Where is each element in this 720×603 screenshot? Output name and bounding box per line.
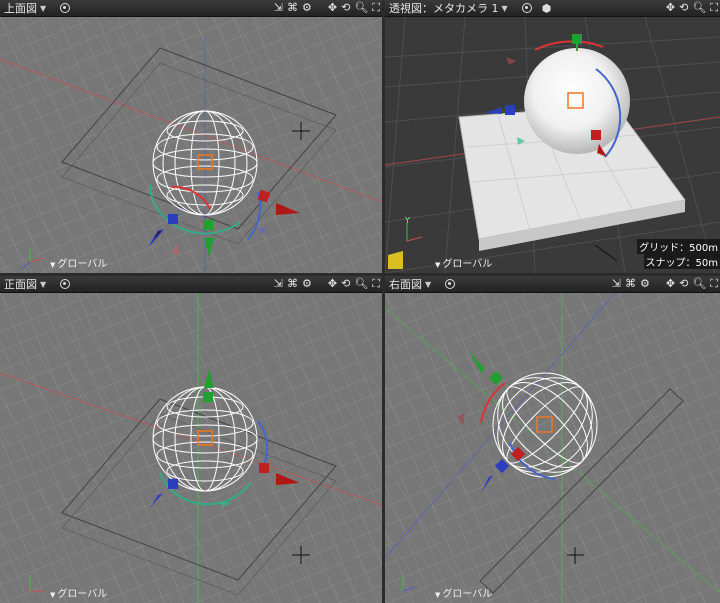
pan-icon[interactable]: ✥ (666, 1, 675, 15)
display-mode-icon[interactable] (445, 279, 456, 289)
svg-text:Y: Y (404, 216, 410, 225)
y-scale-handle[interactable] (203, 220, 213, 230)
right-scene (385, 293, 720, 603)
coordinate-mode-label: グローバル (442, 259, 493, 270)
rotate-icon[interactable]: ⟲ (341, 277, 350, 291)
viewport-title: 透視図：メタカメラ 1 (389, 2, 499, 15)
z-scale-handle[interactable] (168, 214, 178, 224)
front-scene (0, 293, 382, 603)
viewport-header: 透視図：メタカメラ 1 ▼ ⬢ ✥ ⟲ 🔍︎ ⛶ (385, 0, 720, 17)
rotate-icon[interactable]: ⟲ (679, 1, 688, 15)
expand-icon[interactable]: ⛶ (372, 1, 380, 15)
pan-icon[interactable]: ✥ (328, 277, 337, 291)
expand-icon[interactable]: ⛶ (710, 1, 718, 15)
viewport-canvas[interactable]: Y ▼ グローバル グリッド：500m スナップ：50m (385, 17, 720, 273)
coordinate-mode-label: グローバル (57, 259, 108, 270)
view-menu-icon[interactable]: ▼ (502, 4, 508, 13)
viewport-title: 上面図 (4, 2, 37, 15)
viewport-top[interactable]: 上面図 ▼ ⇲ ⌘ ⚙ ✥ ⟲ 🔍︎ ⛶ ▼ グローバル (0, 0, 382, 273)
y-scale-handle[interactable] (203, 392, 213, 402)
coordinate-mode-selector[interactable]: ▼ グローバル (435, 255, 492, 270)
display-mode-icon[interactable] (60, 3, 71, 13)
x-scale-handle[interactable] (259, 463, 269, 473)
viewport-canvas[interactable]: ▼ グローバル (385, 293, 720, 603)
viewport-title: 正面図 (4, 278, 37, 291)
settings-icon[interactable]: ⚙ (640, 277, 650, 291)
viewport-canvas[interactable]: ▼ グローバル (0, 293, 382, 603)
viewport-header: 正面図 ▼ ⇲ ⌘ ⚙ ✥ ⟲ 🔍︎ ⛶ (0, 276, 382, 293)
z-scale-handle[interactable] (505, 105, 515, 115)
rotate-icon[interactable]: ⟲ (341, 1, 350, 15)
coordinate-mode-selector[interactable]: ▼ グローバル (50, 585, 107, 600)
layout-icon[interactable]: ⌘ (287, 1, 298, 15)
zoom-icon[interactable]: 🔍︎ (692, 1, 706, 15)
grid-size-info: グリッド：500m (637, 239, 720, 254)
zoom-fit-icon[interactable]: ⇲ (274, 277, 283, 291)
viewport-perspective[interactable]: 透視図：メタカメラ 1 ▼ ⬢ ✥ ⟲ 🔍︎ ⛶ Y ▼ グローバル グリッド：… (385, 0, 720, 273)
pan-icon[interactable]: ✥ (666, 277, 675, 291)
layout-icon[interactable]: ⌘ (287, 277, 298, 291)
coordinate-mode-selector[interactable]: ▼ グローバル (435, 585, 492, 600)
perspective-scene: Y (385, 17, 720, 273)
render-mode-icon[interactable]: ⬢ (542, 2, 552, 15)
zoom-icon[interactable]: 🔍︎ (354, 277, 368, 291)
viewport-right[interactable]: 右面図 ▼ ⇲ ⌘ ⚙ ✥ ⟲ 🔍︎ ⛶ ▼ グローバル (385, 276, 720, 603)
expand-icon[interactable]: ⛶ (710, 277, 718, 291)
zoom-icon[interactable]: 🔍︎ (692, 277, 706, 291)
viewport-title: 右面図 (389, 278, 422, 291)
view-menu-icon[interactable]: ▼ (40, 280, 46, 289)
coordinate-mode-label: グローバル (442, 589, 493, 600)
pan-icon[interactable]: ✥ (328, 1, 337, 15)
x-scale-handle[interactable] (591, 130, 601, 140)
expand-icon[interactable]: ⛶ (372, 277, 380, 291)
viewport-canvas[interactable]: ▼ グローバル (0, 17, 382, 273)
viewport-front[interactable]: 正面図 ▼ ⇲ ⌘ ⚙ ✥ ⟲ 🔍︎ ⛶ ▼ グローバル (0, 276, 382, 603)
settings-icon[interactable]: ⚙ (302, 1, 312, 15)
viewport-header: 上面図 ▼ ⇲ ⌘ ⚙ ✥ ⟲ 🔍︎ ⛶ (0, 0, 382, 17)
display-mode-icon[interactable] (60, 279, 71, 289)
top-scene (0, 17, 382, 273)
viewport-header: 右面図 ▼ ⇲ ⌘ ⚙ ✥ ⟲ 🔍︎ ⛶ (385, 276, 720, 293)
display-mode-icon[interactable] (521, 3, 532, 13)
coordinate-mode-selector[interactable]: ▼ グローバル (50, 255, 107, 270)
zoom-fit-icon[interactable]: ⇲ (274, 1, 283, 15)
view-menu-icon[interactable]: ▼ (425, 280, 431, 289)
snap-size-info: スナップ：50m (643, 254, 720, 269)
settings-icon[interactable]: ⚙ (302, 277, 312, 291)
z-scale-handle[interactable] (168, 479, 178, 489)
layout-icon[interactable]: ⌘ (625, 277, 636, 291)
zoom-fit-icon[interactable]: ⇲ (612, 277, 621, 291)
view-menu-icon[interactable]: ▼ (40, 4, 46, 13)
coordinate-mode-label: グローバル (57, 589, 108, 600)
rotate-icon[interactable]: ⟲ (679, 277, 688, 291)
sphere-object[interactable] (524, 48, 630, 154)
zoom-icon[interactable]: 🔍︎ (354, 1, 368, 15)
y-scale-handle[interactable] (572, 34, 582, 44)
